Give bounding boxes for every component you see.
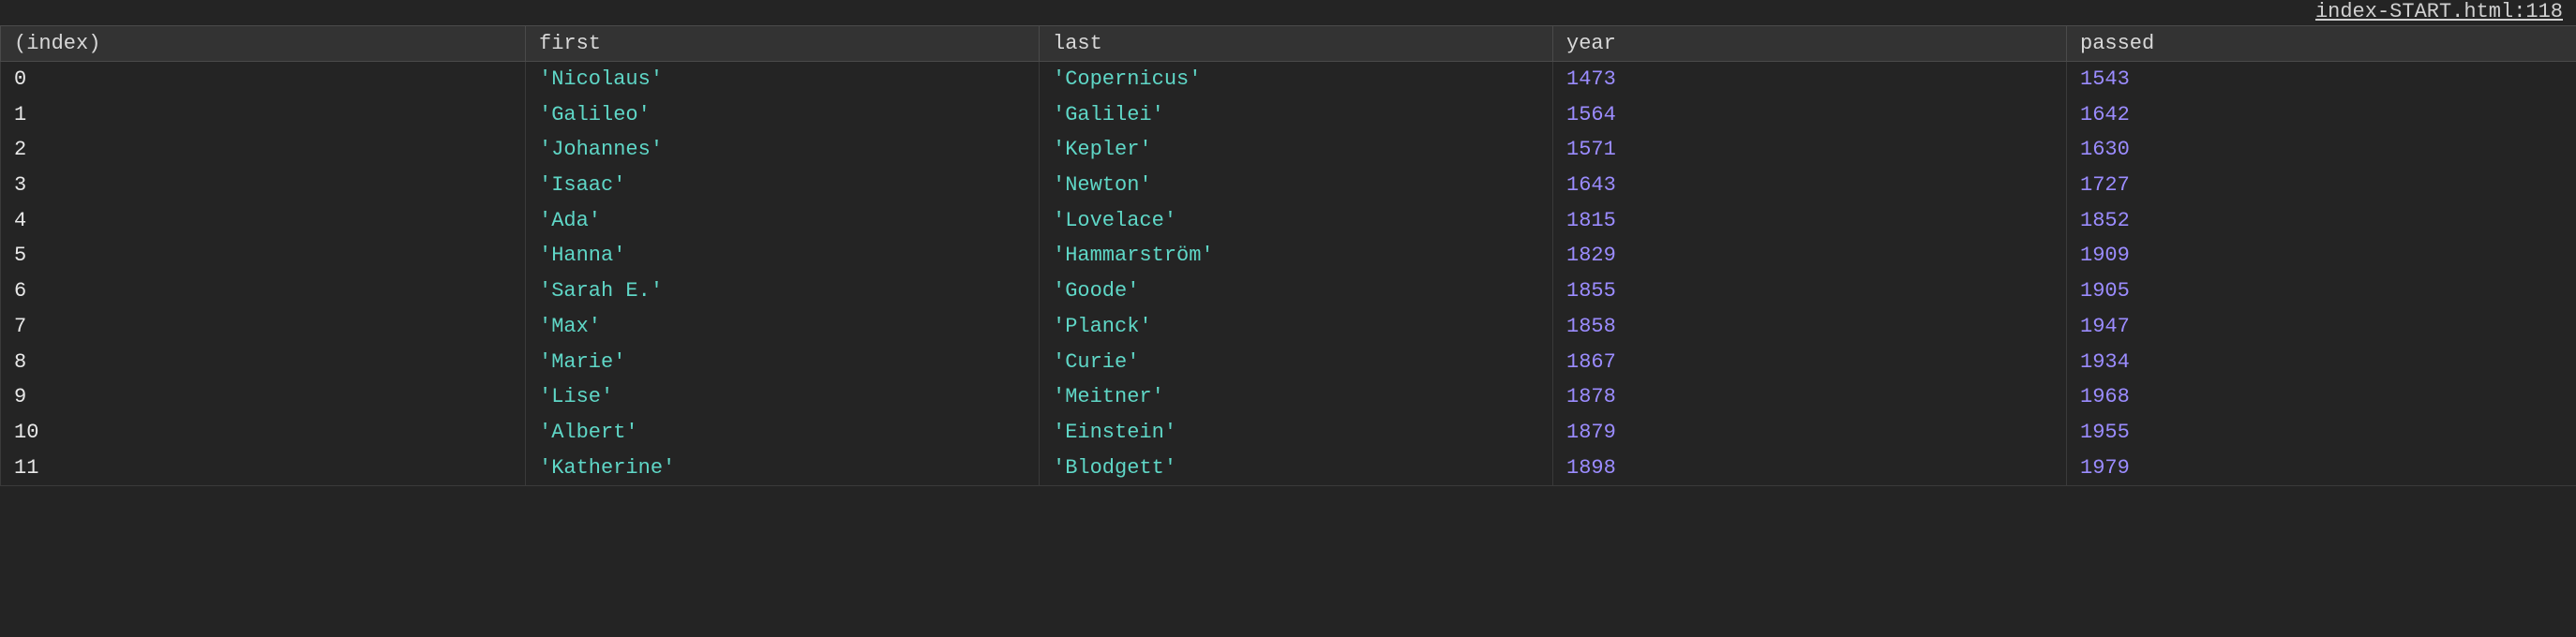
cell-index: 1	[1, 97, 526, 133]
cell-last: 'Blodgett'	[1040, 451, 1553, 486]
cell-first: 'Johannes'	[526, 132, 1040, 168]
cell-last: 'Copernicus'	[1040, 62, 1553, 97]
table-row: 4'Ada''Lovelace'18151852	[1, 203, 2576, 239]
cell-first: 'Albert'	[526, 415, 1040, 451]
cell-year: 1855	[1553, 274, 2067, 309]
cell-index: 3	[1, 168, 526, 203]
cell-index: 8	[1, 345, 526, 380]
table-row: 10'Albert''Einstein'18791955	[1, 415, 2576, 451]
cell-passed: 1905	[2067, 274, 2576, 309]
cell-passed: 1642	[2067, 97, 2576, 133]
cell-passed: 1979	[2067, 451, 2576, 486]
cell-year: 1473	[1553, 62, 2067, 97]
table-row: 9'Lise''Meitner'18781968	[1, 379, 2576, 415]
cell-index: 9	[1, 379, 526, 415]
cell-last: 'Curie'	[1040, 345, 1553, 380]
cell-year: 1643	[1553, 168, 2067, 203]
cell-passed: 1727	[2067, 168, 2576, 203]
cell-index: 5	[1, 238, 526, 274]
cell-last: 'Planck'	[1040, 309, 1553, 345]
cell-passed: 1947	[2067, 309, 2576, 345]
cell-index: 4	[1, 203, 526, 239]
table-row: 1'Galileo''Galilei'15641642	[1, 97, 2576, 133]
cell-year: 1564	[1553, 97, 2067, 133]
console-table: (index) first last year passed 0'Nicolau…	[0, 25, 2576, 486]
cell-year: 1815	[1553, 203, 2067, 239]
col-header-first: first	[526, 26, 1040, 62]
col-header-year: year	[1553, 26, 2067, 62]
source-link[interactable]: index-START.html:118	[0, 0, 2576, 25]
cell-year: 1878	[1553, 379, 2067, 415]
cell-year: 1898	[1553, 451, 2067, 486]
cell-first: 'Max'	[526, 309, 1040, 345]
table-row: 11'Katherine''Blodgett'18981979	[1, 451, 2576, 486]
cell-first: 'Katherine'	[526, 451, 1040, 486]
cell-first: 'Lise'	[526, 379, 1040, 415]
cell-last: 'Galilei'	[1040, 97, 1553, 133]
cell-last: 'Hammarström'	[1040, 238, 1553, 274]
cell-last: 'Meitner'	[1040, 379, 1553, 415]
table-body: 0'Nicolaus''Copernicus'147315431'Galileo…	[1, 62, 2576, 486]
cell-first: 'Marie'	[526, 345, 1040, 380]
cell-year: 1571	[1553, 132, 2067, 168]
cell-passed: 1852	[2067, 203, 2576, 239]
table-row: 7'Max''Planck'18581947	[1, 309, 2576, 345]
cell-index: 2	[1, 132, 526, 168]
cell-index: 7	[1, 309, 526, 345]
cell-year: 1829	[1553, 238, 2067, 274]
table-row: 0'Nicolaus''Copernicus'14731543	[1, 62, 2576, 97]
cell-last: 'Einstein'	[1040, 415, 1553, 451]
table-row: 2'Johannes''Kepler'15711630	[1, 132, 2576, 168]
cell-index: 11	[1, 451, 526, 486]
col-header-index: (index)	[1, 26, 526, 62]
col-header-last: last	[1040, 26, 1553, 62]
cell-passed: 1909	[2067, 238, 2576, 274]
cell-passed: 1955	[2067, 415, 2576, 451]
cell-first: 'Ada'	[526, 203, 1040, 239]
cell-last: 'Lovelace'	[1040, 203, 1553, 239]
cell-year: 1867	[1553, 345, 2067, 380]
table-row: 6'Sarah E.''Goode'18551905	[1, 274, 2576, 309]
cell-passed: 1968	[2067, 379, 2576, 415]
cell-passed: 1934	[2067, 345, 2576, 380]
table-row: 3'Isaac''Newton'16431727	[1, 168, 2576, 203]
cell-index: 6	[1, 274, 526, 309]
cell-first: 'Isaac'	[526, 168, 1040, 203]
cell-first: 'Galileo'	[526, 97, 1040, 133]
col-header-passed: passed	[2067, 26, 2576, 62]
table-row: 8'Marie''Curie'18671934	[1, 345, 2576, 380]
cell-first: 'Hanna'	[526, 238, 1040, 274]
table-header-row: (index) first last year passed	[1, 26, 2576, 62]
table-row: 5'Hanna''Hammarström'18291909	[1, 238, 2576, 274]
cell-year: 1879	[1553, 415, 2067, 451]
cell-year: 1858	[1553, 309, 2067, 345]
cell-last: 'Goode'	[1040, 274, 1553, 309]
cell-passed: 1543	[2067, 62, 2576, 97]
cell-passed: 1630	[2067, 132, 2576, 168]
cell-first: 'Nicolaus'	[526, 62, 1040, 97]
cell-index: 0	[1, 62, 526, 97]
cell-last: 'Kepler'	[1040, 132, 1553, 168]
cell-index: 10	[1, 415, 526, 451]
cell-last: 'Newton'	[1040, 168, 1553, 203]
cell-first: 'Sarah E.'	[526, 274, 1040, 309]
